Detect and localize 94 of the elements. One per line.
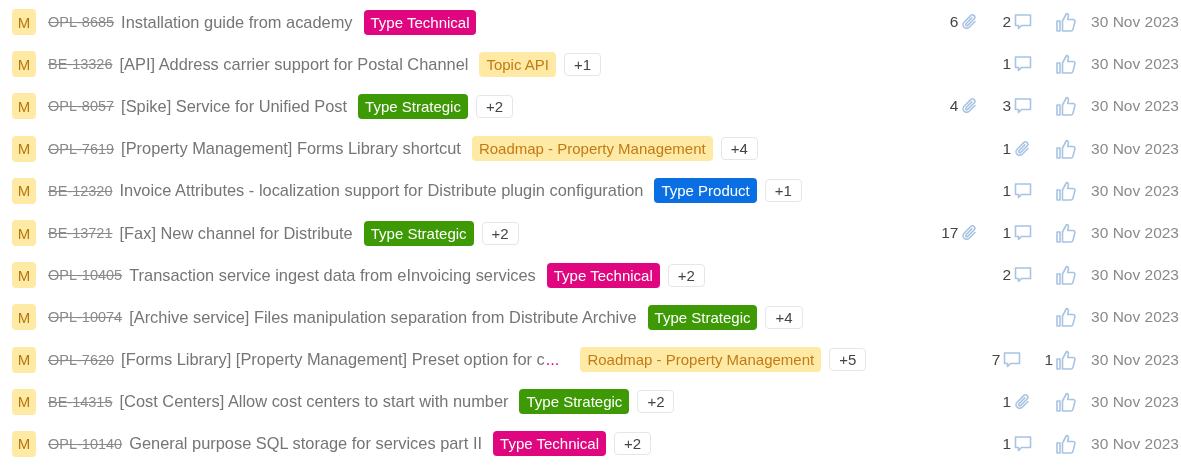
- issue-title: [API] Address carrier support for Postal Channel: [119, 54, 469, 74]
- issue-title: General purpose SQL storage for services part II: [129, 434, 483, 454]
- issue-date: 30 Nov 2023: [1091, 139, 1179, 158]
- more-tags-count: +2: [637, 390, 675, 414]
- tag-label: Roadmap - Property Management: [471, 136, 713, 162]
- more-tags-count: +4: [720, 137, 758, 161]
- comment-count: 7: [991, 350, 1001, 369]
- avatar: M: [12, 430, 36, 457]
- comment-count: 1: [1002, 434, 1012, 453]
- issue-date: 30 Nov 2023: [1091, 97, 1179, 116]
- more-tags-count: +5: [829, 348, 867, 372]
- tag-label: Type Strategic: [358, 93, 468, 119]
- issue-title: [Property Management] Forms Library shortcut: [121, 139, 461, 159]
- comment-count: 2: [1002, 266, 1012, 285]
- issue-date: 30 Nov 2023: [1091, 350, 1179, 369]
- comment-count: 1: [1002, 224, 1012, 243]
- issue-title: [Forms Library] [Property Management] Preset option for c: [121, 350, 545, 370]
- issue-title: [Fax] New channel for Distribute: [119, 223, 353, 243]
- issue-key-link[interactable]: OPL-10405: [48, 267, 123, 284]
- avatar: M: [12, 220, 36, 247]
- thumbs-up-icon: [1055, 264, 1078, 287]
- attachment-count: 4: [949, 97, 959, 116]
- issue-title: [Spike] Service for Unified Post: [121, 96, 348, 116]
- comment-count: 1: [1002, 55, 1012, 74]
- avatar: M: [12, 51, 36, 78]
- avatar: M: [12, 346, 36, 373]
- avatar: M: [12, 93, 36, 120]
- tag-label: Type Strategic: [647, 304, 758, 330]
- comment-icon: [1013, 180, 1034, 201]
- issue-title: [Cost Centers] Allow cost centers to start with number: [119, 392, 509, 412]
- issue-key-link[interactable]: OPL-7620: [48, 351, 115, 368]
- issue-date: 30 Nov 2023: [1091, 224, 1179, 243]
- tag-label: Type Technical: [546, 262, 660, 288]
- thumbs-up-icon: [1055, 348, 1078, 371]
- tag-label: Type Technical: [363, 9, 477, 35]
- tag-label: Topic API: [479, 51, 556, 77]
- issue-date: 30 Nov 2023: [1091, 266, 1179, 285]
- comment-icon: [1002, 349, 1023, 370]
- thumbs-up-icon: [1055, 137, 1078, 160]
- truncation-ellipsis: ...: [545, 350, 560, 370]
- attachment-count: 6: [949, 13, 959, 32]
- attachment-count: 17: [941, 224, 959, 243]
- tag-label: Roadmap - Property Management: [580, 347, 822, 373]
- tag-label: Type Product: [654, 178, 757, 204]
- tag-label: Type Strategic: [519, 389, 630, 415]
- comment-count: 1: [1002, 181, 1012, 200]
- issue-key-link[interactable]: OPL-8685: [48, 14, 115, 31]
- more-tags-count: +2: [614, 432, 652, 456]
- avatar: M: [12, 177, 36, 204]
- issue-date: 30 Nov 2023: [1091, 55, 1179, 74]
- issue-key-link[interactable]: OPL-10074: [48, 309, 123, 326]
- issue-date: 30 Nov 2023: [1091, 434, 1179, 453]
- avatar: M: [12, 304, 36, 331]
- thumbs-up-icon: [1055, 306, 1078, 329]
- thumbs-up-icon: [1055, 222, 1078, 245]
- thumbs-up-icon: [1055, 95, 1078, 118]
- thumbs-up-icon: [1055, 432, 1078, 455]
- issue-date: 30 Nov 2023: [1091, 181, 1179, 200]
- more-tags-count: +4: [765, 305, 803, 329]
- more-tags-count: +1: [564, 52, 602, 76]
- issue-key-link[interactable]: OPL-7619: [48, 140, 115, 157]
- issue-date: 30 Nov 2023: [1091, 308, 1179, 327]
- issue-title: Invoice Attributes - localization support for Distribute plugin configuration: [119, 181, 644, 201]
- issue-date: 30 Nov 2023: [1091, 13, 1179, 32]
- more-tags-count: +2: [481, 221, 519, 245]
- thumbs-up-icon: [1055, 179, 1078, 202]
- like-count: 1: [1044, 350, 1054, 369]
- issue-title: [Archive service] Files manipulation separation from Distribute Archive: [129, 307, 637, 327]
- avatar: M: [12, 262, 36, 289]
- issue-key-link[interactable]: BE-12320: [48, 182, 113, 199]
- comment-icon: [1013, 433, 1034, 454]
- thumbs-up-icon: [1055, 53, 1078, 76]
- issue-key-link[interactable]: BE-13326: [48, 56, 113, 73]
- issue-title: Transaction service ingest data from eInvoicing services: [129, 265, 536, 285]
- tag-label: Type Strategic: [363, 220, 474, 246]
- avatar: M: [12, 388, 36, 415]
- issue-title: Installation guide from academy: [121, 12, 353, 32]
- issue-key-link[interactable]: BE-14315: [48, 393, 113, 410]
- avatar: M: [12, 9, 36, 36]
- more-tags-count: +2: [667, 263, 705, 287]
- avatar: M: [12, 135, 36, 162]
- issue-key-link[interactable]: OPL-8057: [48, 98, 115, 115]
- comment-count: 3: [1002, 97, 1012, 116]
- thumbs-up-icon: [1055, 11, 1078, 34]
- comment-count: 2: [1002, 13, 1012, 32]
- tag-label: Type Technical: [493, 431, 606, 457]
- issue-key-link[interactable]: BE-13721: [48, 225, 113, 242]
- more-tags-count: +2: [475, 94, 514, 118]
- issue-date: 30 Nov 2023: [1091, 392, 1179, 411]
- issue-key-link[interactable]: OPL-10140: [48, 435, 123, 452]
- thumbs-up-icon: [1055, 390, 1078, 413]
- attachment-count: 1: [1002, 392, 1012, 411]
- more-tags-count: +1: [764, 179, 802, 203]
- attachment-count: 1: [1002, 139, 1012, 158]
